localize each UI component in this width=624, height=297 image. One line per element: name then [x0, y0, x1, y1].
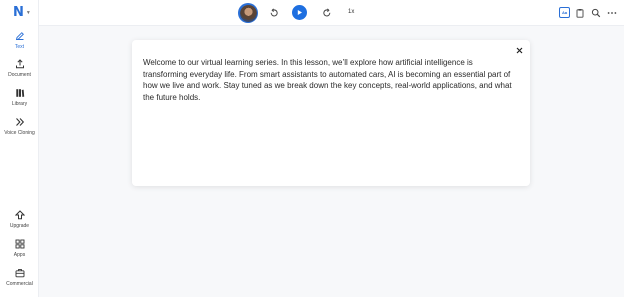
search-button[interactable] — [590, 7, 602, 19]
sidebar: N ▼ Text Document Library Voice Cloning … — [0, 0, 39, 297]
more-horizontal-icon — [607, 12, 617, 14]
clipboard-icon — [576, 9, 584, 18]
close-button[interactable] — [514, 45, 524, 55]
briefcase-icon — [15, 268, 24, 278]
upgrade-icon — [14, 210, 25, 220]
edit-icon — [15, 32, 24, 41]
sidebar-item-apps[interactable]: Apps — [0, 239, 39, 258]
library-icon — [15, 89, 24, 97]
sidebar-item-upgrade[interactable]: Upgrade — [0, 210, 39, 229]
avatar-image — [239, 4, 257, 22]
sidebar-item-voice-cloning[interactable]: Voice Cloning — [0, 117, 39, 136]
sidebar-item-document[interactable]: Document — [0, 59, 39, 78]
play-icon — [297, 10, 302, 15]
clipboard-button[interactable] — [574, 7, 586, 19]
play-button[interactable] — [292, 5, 307, 20]
apps-grid-icon — [15, 239, 24, 249]
playback-speed[interactable]: 1x — [348, 9, 354, 15]
sidebar-item-label: Commercial — [6, 281, 33, 287]
sidebar-item-label: Apps — [13, 252, 26, 258]
sidebar-item-text[interactable]: Text — [0, 31, 39, 50]
chevrons-right-icon — [15, 118, 24, 126]
close-icon — [516, 47, 522, 53]
sidebar-item-label: Library — [11, 101, 28, 107]
forward-icon — [323, 8, 331, 17]
chevron-down-icon[interactable]: ▼ — [26, 10, 31, 16]
sidebar-item-label: Text — [14, 44, 25, 50]
sidebar-item-commercial[interactable]: Commercial — [0, 268, 39, 287]
app-logo[interactable]: N ▼ — [13, 6, 31, 19]
editor-text[interactable]: Welcome to our virtual learning series. … — [143, 57, 515, 103]
sidebar-item-label: Voice Cloning — [4, 130, 35, 136]
search-icon — [591, 8, 601, 18]
text-editor-card: Welcome to our virtual learning series. … — [132, 40, 530, 186]
voice-avatar[interactable] — [238, 3, 258, 23]
more-button[interactable] — [606, 7, 618, 19]
sidebar-item-label: Upgrade — [9, 223, 30, 229]
top-toolbar: 1x Aa — [39, 0, 624, 26]
logo-letter: N — [13, 5, 24, 20]
sidebar-item-label: Document — [8, 72, 31, 78]
upload-icon — [15, 59, 24, 69]
text-format-button[interactable]: Aa — [559, 7, 570, 18]
rewind-button[interactable] — [268, 7, 280, 19]
rewind-icon — [270, 8, 278, 17]
sidebar-item-library[interactable]: Library — [0, 88, 39, 107]
forward-button[interactable] — [321, 7, 333, 19]
